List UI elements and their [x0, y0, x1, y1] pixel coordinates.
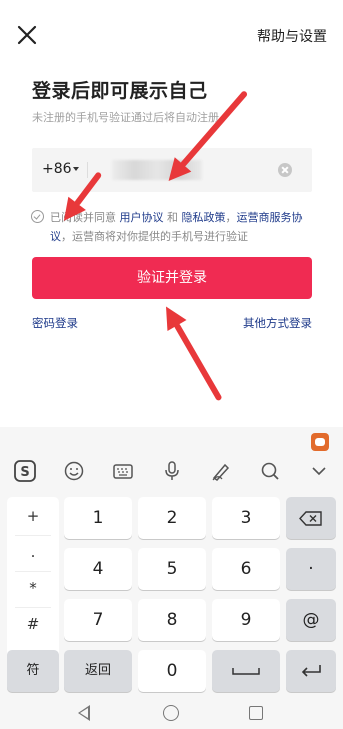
key-4[interactable]: 4 — [64, 548, 132, 590]
plus-key[interactable]: + — [7, 507, 59, 525]
dot-key[interactable]: . — [7, 543, 59, 561]
space-key[interactable] — [212, 650, 280, 692]
system-nav-bar — [0, 697, 343, 729]
at-key[interactable]: @ — [286, 599, 336, 641]
recent-apps-icon[interactable] — [249, 706, 263, 720]
back-icon[interactable] — [78, 705, 90, 721]
country-code-select[interactable]: +86 — [42, 161, 72, 177]
backspace-icon — [299, 511, 322, 526]
asterisk-key[interactable]: * — [7, 579, 59, 597]
close-icon[interactable] — [16, 24, 38, 46]
divider — [15, 607, 51, 608]
enter-icon — [301, 665, 321, 677]
microphone-icon[interactable] — [161, 460, 183, 482]
space-icon — [232, 668, 260, 675]
help-and-settings-link[interactable]: 帮助与设置 — [257, 26, 327, 46]
agreement-checkbox[interactable] — [31, 210, 44, 223]
agreement-and: 和 — [163, 211, 182, 224]
agreement-suffix: ，运营商将对你提供的手机号进行验证 — [61, 230, 248, 243]
key-5[interactable]: 5 — [138, 548, 206, 590]
key-2[interactable]: 2 — [138, 497, 206, 539]
divider — [15, 571, 51, 572]
svg-text:S: S — [20, 465, 29, 480]
agreement-text: 已阅读并同意 用户协议 和 隐私政策，运营商服务协议，运营商将对你提供的手机号进… — [50, 208, 314, 246]
backspace-key[interactable] — [286, 497, 336, 539]
login-screen: 帮助与设置 登录后即可展示自己 未注册的手机号验证通过后将自动注册 +86 已阅… — [0, 0, 343, 729]
user-agreement-link[interactable]: 用户协议 — [120, 211, 164, 224]
symbol-column[interactable]: + . * # — [7, 497, 59, 667]
other-login-link[interactable]: 其他方式登录 — [243, 315, 312, 331]
hash-key[interactable]: # — [7, 615, 59, 633]
sogou-logo-icon[interactable]: S — [14, 460, 36, 482]
page-subtitle: 未注册的手机号验证通过后将自动注册 — [32, 111, 219, 124]
keyboard-toolbar: S — [0, 453, 343, 489]
key-3[interactable]: 3 — [212, 497, 280, 539]
key-7[interactable]: 7 — [64, 599, 132, 641]
home-icon[interactable] — [163, 705, 179, 721]
privacy-policy-link[interactable]: 隐私政策 — [182, 211, 226, 224]
keyboard-icon[interactable] — [112, 460, 134, 482]
key-1[interactable]: 1 — [64, 497, 132, 539]
key-9[interactable]: 9 — [212, 599, 280, 641]
divider — [15, 535, 51, 536]
page-title: 登录后即可展示自己 — [32, 80, 208, 102]
symbol-key[interactable]: 符 — [7, 650, 59, 692]
numeric-keyboard: S + . * # 1 2 3 4 5 6 · 7 8 9 @ 符 返回 0 — [0, 427, 343, 729]
handwriting-icon[interactable] — [210, 460, 232, 482]
clear-icon[interactable] — [278, 163, 292, 177]
chevron-down-icon[interactable] — [308, 460, 330, 482]
middle-dot-key[interactable]: · — [286, 548, 336, 590]
enter-key[interactable] — [286, 650, 336, 692]
search-icon[interactable] — [259, 460, 281, 482]
key-6[interactable]: 6 — [212, 548, 280, 590]
keyboard-skin-icon[interactable] — [311, 433, 329, 451]
agreement-sep: ， — [225, 211, 237, 224]
key-8[interactable]: 8 — [138, 599, 206, 641]
password-login-link[interactable]: 密码登录 — [32, 315, 78, 331]
key-0[interactable]: 0 — [138, 650, 206, 692]
emoji-icon[interactable] — [63, 460, 85, 482]
caret-down-icon — [73, 167, 79, 171]
back-key[interactable]: 返回 — [64, 650, 132, 692]
verify-and-login-button[interactable]: 验证并登录 — [32, 257, 312, 299]
divider — [87, 162, 88, 178]
